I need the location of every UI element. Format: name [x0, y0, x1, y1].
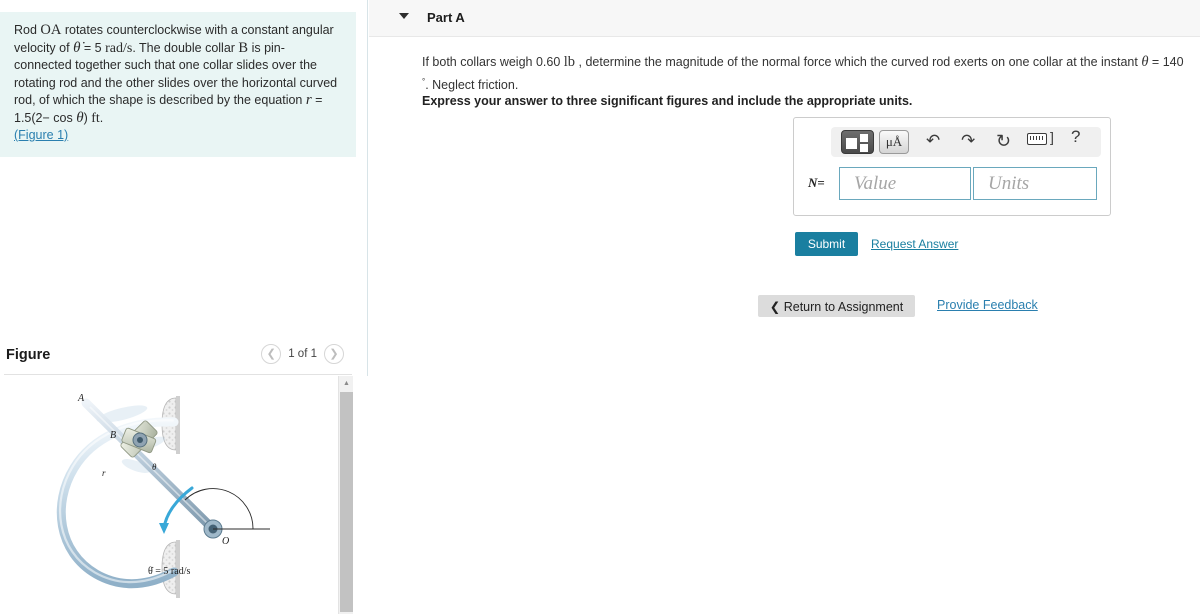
label-r: r	[102, 468, 106, 478]
problem-eq1: = 5	[80, 40, 106, 55]
scroll-up-arrow-icon[interactable]: ▲	[339, 376, 354, 391]
request-answer-link[interactable]: Request Answer	[871, 237, 958, 251]
variable-OA: OA	[40, 22, 62, 38]
answer-value-input[interactable]	[839, 167, 971, 200]
figure-navigation: ❮ 1 of 1 ❯	[261, 344, 344, 364]
variable-theta: θ	[76, 109, 84, 126]
bracket-icon[interactable]: ]	[1050, 129, 1054, 145]
figure-label-omega: θ̇ = 5 rad/s	[148, 566, 190, 577]
variable-N: N	[808, 175, 818, 190]
reset-icon[interactable]: ↻	[996, 131, 1011, 152]
figure-panel-title: Figure	[6, 347, 51, 363]
r-dimension: r	[102, 468, 106, 478]
keyboard-icon[interactable]	[1027, 133, 1047, 145]
figure-scrollbar[interactable]: ▲	[338, 376, 354, 614]
figure-diagram: r θ A B O θ̇ = 5 rad/s r = 1.5 (2 − cos …	[56, 393, 270, 598]
chevron-right-icon: ❯	[329, 347, 339, 360]
triangle-down-icon[interactable]	[399, 13, 409, 19]
figure-divider	[4, 374, 352, 375]
question-part-b: , determine the magnitude of the normal …	[575, 55, 1142, 69]
answer-widget: μÅ ↶ ↷ ↻ ] ? N=	[793, 117, 1111, 216]
figure-label-B: B	[110, 430, 116, 441]
part-a-instruction: Express your answer to three significant…	[422, 94, 913, 108]
chevron-left-icon: ❮	[266, 347, 276, 360]
figure-prev-button[interactable]: ❮	[261, 344, 282, 364]
problem-text-line1: Rod	[14, 23, 41, 37]
panel-right-edge	[353, 376, 368, 614]
unit-ft: ft	[91, 110, 100, 126]
figure-next-button[interactable]: ❯	[324, 344, 344, 364]
help-icon[interactable]: ?	[1071, 127, 1080, 147]
undo-icon[interactable]: ↶	[926, 131, 940, 151]
rotation-arrowhead	[159, 523, 169, 534]
return-to-assignment-button[interactable]: ❮ Return to Assignment	[758, 295, 915, 317]
answer-toolbar: μÅ ↶ ↷ ↻ ] ?	[831, 127, 1101, 157]
label-theta: θ	[152, 462, 157, 472]
submit-button[interactable]: Submit	[795, 232, 858, 256]
answer-variable-label: N=	[808, 175, 825, 191]
scrollbar-thumb[interactable]	[340, 392, 353, 612]
problem-text-line2a: . The double collar	[132, 40, 239, 55]
chevron-left-icon: ❮	[769, 299, 781, 314]
question-part-a: If both collars weigh 0.60	[422, 55, 564, 69]
figure-viewport: r θ A B O θ̇ = 5 rad/s r = 1.5 (2 − cos …	[0, 376, 337, 614]
question-part-d: . Neglect friction.	[425, 78, 519, 93]
return-to-assignment-label: Return to Assignment	[783, 299, 904, 314]
redo-icon[interactable]: ↷	[961, 131, 975, 151]
question-part-c: = 140	[1148, 55, 1184, 69]
right-panel: Part A If both collars weigh 0.60 lb , d…	[369, 0, 1200, 614]
answer-units-input[interactable]	[973, 167, 1097, 200]
unit-rad-per-s: rad/s	[105, 40, 133, 56]
variable-B: B	[238, 39, 249, 56]
problem-period: .	[99, 110, 104, 125]
figure-1-link[interactable]: (Figure 1)	[14, 128, 68, 142]
figure-header: Figure ❮ 1 of 1 ❯	[0, 344, 356, 372]
unit-lb: lb	[563, 54, 576, 70]
left-panel: Rod OA rotates counterclockwise with a c…	[0, 0, 368, 614]
provide-feedback-link[interactable]: Provide Feedback	[937, 298, 1038, 312]
part-a-header[interactable]: Part A	[369, 0, 1200, 37]
figure-label-O: O	[222, 536, 229, 547]
math-template-icon[interactable]	[841, 130, 874, 154]
figure-label-A: A	[77, 393, 85, 404]
theta-angle: θ	[152, 462, 270, 530]
figure-counter: 1 of 1	[288, 348, 317, 360]
units-mu-angstrom-icon[interactable]: μÅ	[879, 130, 909, 154]
part-a-question: If both collars weigh 0.60 lb , determin…	[422, 53, 1190, 95]
problem-statement: Rod OA rotates counterclockwise with a c…	[0, 12, 356, 157]
mastering-physics-problem-page: Rod OA rotates counterclockwise with a c…	[0, 0, 1200, 614]
equals-sign: =	[817, 175, 825, 190]
part-a-label: Part A	[427, 10, 465, 25]
